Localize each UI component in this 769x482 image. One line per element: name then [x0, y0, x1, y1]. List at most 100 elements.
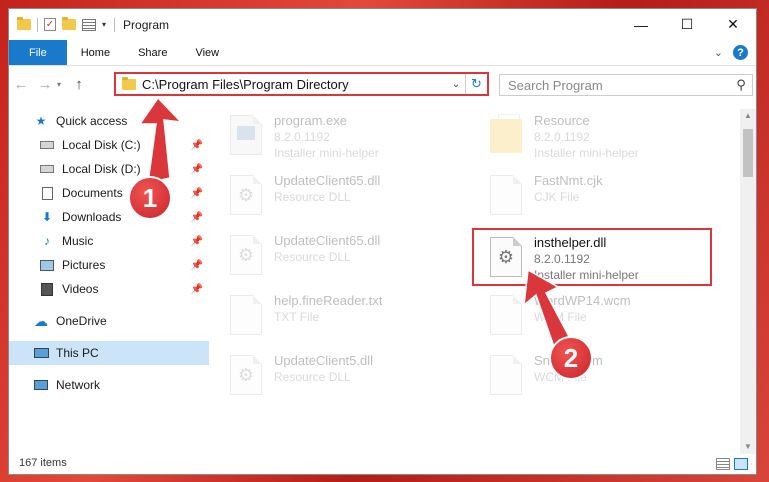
item-count: 167 items	[19, 457, 67, 469]
search-icon[interactable]: ⚲	[730, 77, 752, 93]
sidebar-item-documents[interactable]: Documents 📌	[9, 181, 209, 205]
pin-icon[interactable]: 📌	[191, 140, 203, 151]
address-dropdown-icon[interactable]: ⌄	[447, 79, 465, 90]
computer-icon	[33, 346, 49, 360]
sidebar-item-label: Videos	[62, 282, 99, 296]
file-type: WCM File	[534, 310, 587, 324]
details-view-icon[interactable]	[716, 458, 730, 470]
ribbon-right-controls: ⌄ ?	[714, 45, 748, 60]
cloud-icon: ☁	[34, 312, 48, 329]
file-name: WordWP14.wcm	[534, 293, 631, 308]
sidebar-item-local-disk-c[interactable]: Local Disk (C:) 📌	[9, 133, 209, 157]
file-icon	[490, 355, 524, 399]
folder-item[interactable]: Resource 8.2.0.1192 Installer mini-helpe…	[474, 109, 704, 165]
file-item[interactable]: program.exe 8.2.0.1192 Installer mini-he…	[214, 109, 444, 165]
sidebar-item-quick-access[interactable]: ★ Quick access	[9, 109, 209, 133]
window-controls: — ☐ ✕	[618, 9, 756, 40]
file-name: UpdateClient65.dll	[274, 233, 381, 248]
separator	[114, 17, 116, 32]
file-name: FastNmt.cjk	[534, 173, 603, 188]
sidebar-item-label: Downloads	[62, 210, 122, 224]
navigation-bar: ← → ▾ ↑ C:\Program Files\Program Directo…	[9, 66, 756, 102]
sidebar-item-onedrive[interactable]: ☁ OneDrive	[9, 309, 209, 333]
back-button[interactable]: ←	[9, 76, 33, 93]
pin-icon[interactable]: 📌	[191, 188, 203, 199]
window-title: Program	[123, 17, 170, 32]
status-bar: 167 items	[9, 452, 756, 474]
up-button[interactable]: ↑	[67, 76, 91, 93]
scroll-up-icon[interactable]: ▲	[740, 109, 756, 123]
tab-view[interactable]: View	[181, 40, 233, 65]
file-name: help.fineReader.txt	[274, 293, 383, 308]
separator	[37, 17, 38, 32]
quick-access-toolbar: ✓ ▾	[9, 17, 106, 32]
tab-share[interactable]: Share	[124, 40, 181, 65]
dll-file-icon: ⚙	[230, 235, 264, 279]
address-path[interactable]: C:\Program Files\Program Directory	[142, 77, 447, 92]
properties-check-icon[interactable]: ✓	[44, 18, 56, 31]
sidebar-item-label: Local Disk (C:)	[62, 138, 141, 152]
file-description: Installer mini-helper	[534, 146, 639, 160]
address-bar[interactable]: C:\Program Files\Program Directory ⌄ ↻	[114, 72, 489, 96]
sidebar-item-music[interactable]: ♪ Music 📌	[9, 229, 209, 253]
expand-ribbon-chevron-icon[interactable]: ⌄	[714, 46, 723, 59]
network-icon	[33, 378, 49, 392]
file-item[interactable]: FastNmt.cjk CJK File	[474, 169, 704, 225]
tab-home[interactable]: Home	[67, 40, 124, 65]
new-folder-icon[interactable]	[62, 17, 76, 30]
vertical-scrollbar[interactable]: ▲ ▼	[740, 109, 756, 454]
file-item[interactable]: WordWP14.wcm WCM File	[474, 289, 704, 345]
pin-icon[interactable]: 📌	[191, 260, 203, 271]
file-name: Resource	[534, 113, 590, 128]
pin-icon[interactable]: 📌	[191, 212, 203, 223]
sidebar-item-downloads[interactable]: ⬇ Downloads 📌	[9, 205, 209, 229]
pin-icon[interactable]: 📌	[191, 164, 203, 175]
sidebar-item-label: Documents	[62, 186, 123, 200]
customize-toolbar-chevron-icon[interactable]: ▾	[102, 20, 106, 29]
recent-locations-chevron-icon[interactable]: ▾	[57, 80, 67, 89]
folder-icon	[17, 17, 31, 30]
help-icon[interactable]: ?	[733, 45, 748, 60]
drive-icon	[39, 162, 55, 176]
view-properties-icon[interactable]	[82, 18, 96, 31]
sidebar-item-label: Pictures	[62, 258, 106, 272]
sidebar-item-pictures[interactable]: Pictures 📌	[9, 253, 209, 277]
pin-icon[interactable]: 📌	[191, 284, 203, 295]
search-box[interactable]: Search Program ⚲	[499, 74, 753, 96]
step-1-badge: 1	[128, 176, 172, 220]
file-item[interactable]: ⚙ UpdateClient65.dll Resource DLL	[214, 229, 444, 285]
file-icon	[490, 175, 524, 219]
music-icon: ♪	[44, 234, 50, 248]
sidebar-item-local-disk-d[interactable]: Local Disk (D:) 📌	[9, 157, 209, 181]
maximize-button[interactable]: ☐	[664, 9, 710, 40]
minimize-button[interactable]: —	[618, 9, 664, 40]
sidebar-item-label: Network	[56, 378, 101, 392]
videos-icon	[39, 282, 55, 296]
file-type: TXT File	[274, 310, 320, 324]
search-input[interactable]: Search Program	[508, 78, 603, 93]
sidebar-item-this-pc[interactable]: This PC	[9, 341, 209, 365]
step-2-badge: 2	[549, 336, 593, 380]
file-type: Resource DLL	[274, 370, 351, 384]
highlight-insthelper	[472, 228, 712, 286]
sidebar-item-label: Quick access	[56, 114, 128, 128]
tab-file[interactable]: File	[9, 40, 67, 65]
file-type: CJK File	[534, 190, 580, 204]
file-item[interactable]: ⚙ UpdateClient65.dll Resource DLL	[214, 169, 444, 225]
file-name: UpdateClient5.dll	[274, 353, 374, 368]
sidebar-item-network[interactable]: Network	[9, 373, 209, 397]
forward-button[interactable]: →	[33, 76, 57, 93]
download-icon: ⬇	[41, 210, 53, 224]
dll-file-icon: ⚙	[230, 355, 264, 399]
sidebar-item-videos[interactable]: Videos 📌	[9, 277, 209, 301]
pin-icon[interactable]: 📌	[191, 236, 203, 247]
file-name: UpdateClient65.dll	[274, 173, 381, 188]
folder-icon	[490, 114, 524, 159]
close-button[interactable]: ✕	[710, 9, 756, 40]
large-icons-view-icon[interactable]	[734, 458, 748, 470]
file-item[interactable]: help.fineReader.txt TXT File	[214, 289, 444, 345]
star-icon: ★	[35, 114, 47, 128]
refresh-icon[interactable]: ↻	[465, 74, 487, 94]
scroll-thumb[interactable]	[743, 129, 753, 177]
file-item[interactable]: ⚙ UpdateClient5.dll Resource DLL	[214, 349, 444, 405]
